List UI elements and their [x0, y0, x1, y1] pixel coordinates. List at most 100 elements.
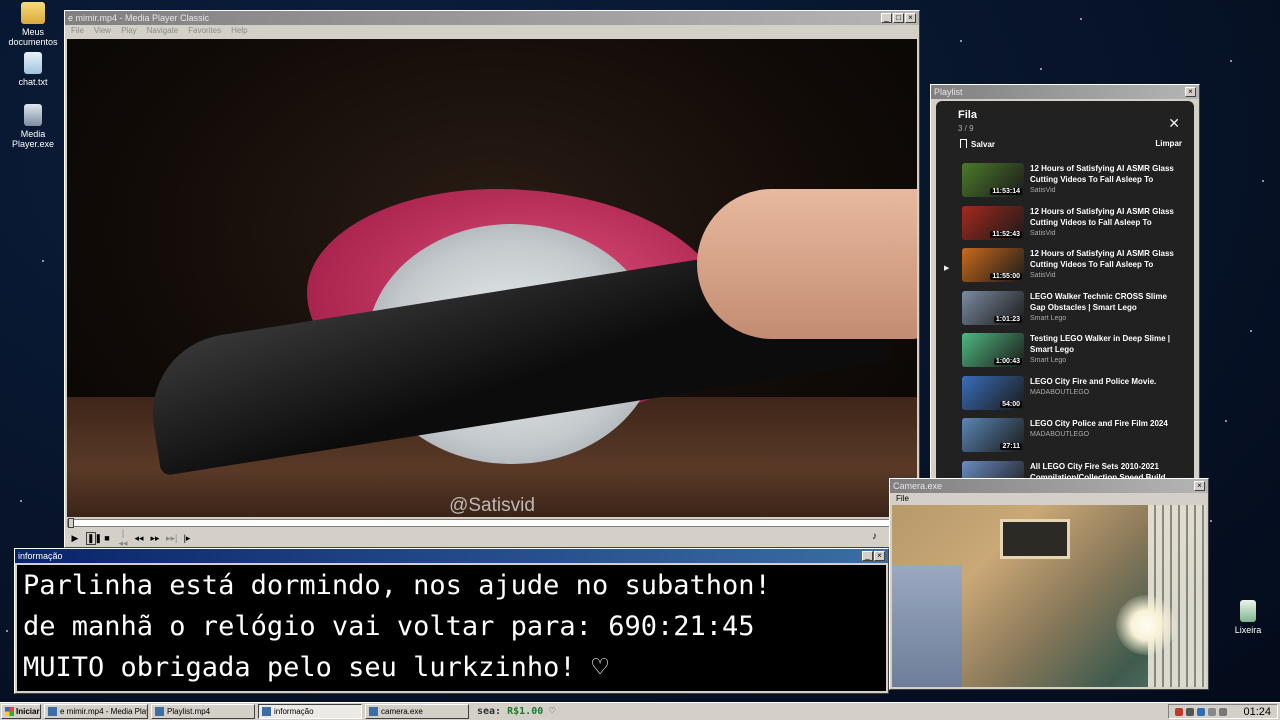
info-window[interactable]: informação _ × Parlinha está dormindo, n…: [14, 548, 889, 694]
window-icon: [262, 707, 271, 716]
video-thumbnail[interactable]: [962, 460, 1024, 479]
queue-item[interactable]: 1:01:23 LEGO Walker Technic CROSS Slime G…: [936, 290, 1194, 334]
menu-play[interactable]: Play: [121, 26, 137, 35]
camera-window[interactable]: Camera.exe × File: [889, 478, 1209, 690]
queue-item[interactable]: 11:52:43 12 Hours of Satisfying AI ASMR G…: [936, 205, 1194, 249]
video-thumbnail[interactable]: 27:11: [962, 418, 1024, 452]
media-player-window[interactable]: e mimir.mp4 - Media Player Classic _ □ ×…: [64, 10, 920, 548]
video-channel[interactable]: MADABOUTLEGO: [1030, 431, 1184, 438]
video-thumbnail[interactable]: 11:53:14: [962, 163, 1024, 197]
video-title[interactable]: 12 Hours of Satisfying AI ASMR Glass Cut…: [1030, 163, 1184, 185]
play-icon[interactable]: ▶: [70, 533, 80, 544]
info-titlebar[interactable]: informação _ ×: [15, 549, 888, 563]
fast-forward-icon[interactable]: ▸▸: [150, 533, 160, 544]
video-title[interactable]: All LEGO City Fire Sets 2010-2021 Compil…: [1030, 461, 1184, 480]
close-icon[interactable]: ✕: [1168, 115, 1180, 132]
maximize-button[interactable]: □: [893, 13, 904, 23]
video-title[interactable]: LEGO City Police and Fire Film 2024: [1030, 418, 1184, 429]
video-duration: 11:53:14: [990, 188, 1022, 195]
video-channel[interactable]: SatisVid: [1030, 230, 1184, 237]
video-hand: [697, 189, 917, 339]
queue-item[interactable]: All LEGO City Fire Sets 2010-2021 Compil…: [936, 460, 1194, 480]
tray-icon[interactable]: [1219, 707, 1227, 716]
minimize-button[interactable]: _: [881, 13, 892, 23]
tray-icon[interactable]: [1208, 707, 1216, 716]
video-title[interactable]: 12 Hours of Satisfying AI ASMR Glass Cut…: [1030, 248, 1184, 270]
seek-knob[interactable]: [68, 518, 74, 528]
info-line-1: Parlinha está dormindo, nos ajude no sub…: [23, 570, 771, 601]
now-playing-icon: [944, 333, 962, 349]
close-button[interactable]: ×: [905, 13, 916, 23]
camera-room-window: [1000, 519, 1070, 559]
video-channel[interactable]: SatisVid: [1030, 272, 1184, 279]
seek-bar[interactable]: [67, 518, 917, 528]
desktop-icon-label: Media Player.exe: [11, 129, 55, 149]
video-thumbnail[interactable]: 11:52:43: [962, 205, 1024, 240]
desktop-icon-chat-txt[interactable]: chat.txt: [0, 52, 66, 87]
folder-icon: [21, 2, 45, 24]
menu-favorites[interactable]: Favorites: [188, 26, 221, 35]
taskbar-item-media-player[interactable]: e mimir.mp4 - Media Playe...: [44, 704, 148, 719]
video-thumbnail[interactable]: 11:55:00: [962, 248, 1024, 282]
video-frame[interactable]: @Satisvid: [67, 39, 917, 517]
taskbar-item-camera[interactable]: camera.exe: [365, 704, 469, 719]
playback-controls: ▶ ❚❚ ■ |◂◂ ◂◂ ▸▸ ▸▸| |▸ ♪: [67, 528, 917, 548]
desktop-icon-label: Lixeira: [1234, 625, 1262, 635]
video-thumbnail[interactable]: 1:00:43: [962, 333, 1024, 367]
tray-icons: [1175, 707, 1227, 716]
skip-back-icon[interactable]: |◂◂: [118, 528, 128, 549]
media-player-icon: [48, 707, 57, 716]
pause-icon[interactable]: ❚❚: [86, 531, 102, 545]
video-duration: 1:00:43: [993, 358, 1022, 365]
queue-item[interactable]: 27:11 LEGO City Police and Fire Film 2024…: [936, 418, 1194, 461]
rewind-icon[interactable]: ◂◂: [134, 533, 144, 544]
video-title[interactable]: Testing LEGO Walker in Deep Slime | Smar…: [1030, 333, 1184, 355]
menu-file[interactable]: File: [71, 26, 84, 35]
media-player-menubar: File View Play Navigate Favorites Help: [65, 25, 919, 36]
desktop-icon-lixeira[interactable]: Lixeira: [1215, 600, 1280, 635]
queue-panel: Fila 3 / 9 ✕ Salvar Limpar 11:53:14 12 Ho…: [936, 101, 1194, 479]
menu-navigate[interactable]: Navigate: [147, 26, 179, 35]
stop-icon[interactable]: ■: [102, 533, 112, 543]
taskbar-item-playlist[interactable]: Playlist.mp4: [151, 704, 255, 719]
recycle-bin-icon: [1240, 600, 1256, 622]
video-channel[interactable]: MADABOUTLEGO: [1030, 389, 1184, 396]
media-player-titlebar[interactable]: e mimir.mp4 - Media Player Classic _ □ ×: [65, 11, 919, 25]
save-button[interactable]: Salvar: [960, 139, 995, 149]
frame-step-icon[interactable]: |▸: [182, 533, 192, 544]
start-button[interactable]: Iniciar: [1, 704, 41, 719]
skip-forward-icon[interactable]: ▸▸|: [166, 533, 177, 544]
menu-file[interactable]: File: [896, 494, 909, 503]
clear-button[interactable]: Limpar: [1155, 139, 1182, 149]
queue-title: Fila: [958, 109, 977, 121]
volume-icon[interactable]: ♪: [872, 531, 877, 542]
tray-icon[interactable]: [1197, 707, 1205, 716]
tray-icon[interactable]: [1175, 707, 1183, 716]
video-title[interactable]: 12 Hours of Satisfying AI ASMR Glass Cut…: [1030, 206, 1184, 228]
close-button[interactable]: ×: [1185, 87, 1196, 97]
queue-item[interactable]: 54:00 LEGO City Fire and Police Movie. MAD…: [936, 375, 1194, 419]
taskbar-item-informacao[interactable]: informação: [258, 704, 362, 719]
video-channel[interactable]: Smart Lego: [1030, 357, 1184, 364]
queue-item[interactable]: 1:00:43 Testing LEGO Walker in Deep Slime…: [936, 333, 1194, 376]
menu-view[interactable]: View: [94, 26, 111, 35]
video-duration: 11:52:43: [990, 230, 1022, 238]
video-channel[interactable]: SatisVid: [1030, 187, 1184, 194]
minimize-button[interactable]: _: [862, 551, 873, 561]
video-thumbnail[interactable]: 54:00: [962, 375, 1024, 410]
video-title[interactable]: LEGO City Fire and Police Movie.: [1030, 376, 1184, 387]
tray-icon[interactable]: [1186, 707, 1194, 716]
menu-help[interactable]: Help: [231, 26, 247, 35]
close-button[interactable]: ×: [1194, 481, 1205, 491]
queue-item[interactable]: ▶ 11:55:00 12 Hours of Satisfying AI ASMR …: [936, 248, 1194, 291]
playlist-window[interactable]: Playlist × Fila 3 / 9 ✕ Salvar Limpar 11…: [930, 84, 1200, 480]
desktop-icon-meus-documentos[interactable]: Meus documentos: [0, 2, 66, 47]
playlist-titlebar[interactable]: Playlist ×: [931, 85, 1199, 99]
close-button[interactable]: ×: [874, 551, 885, 561]
desktop-icon-media-player[interactable]: Media Player.exe: [0, 104, 66, 149]
video-channel[interactable]: Smart Lego: [1030, 315, 1184, 322]
video-thumbnail[interactable]: 1:01:23: [962, 290, 1024, 325]
video-title[interactable]: LEGO Walker Technic CROSS Slime Gap Obst…: [1030, 291, 1184, 313]
camera-titlebar[interactable]: Camera.exe ×: [890, 479, 1208, 493]
queue-item[interactable]: 11:53:14 12 Hours of Satisfying AI ASMR G…: [936, 163, 1194, 206]
